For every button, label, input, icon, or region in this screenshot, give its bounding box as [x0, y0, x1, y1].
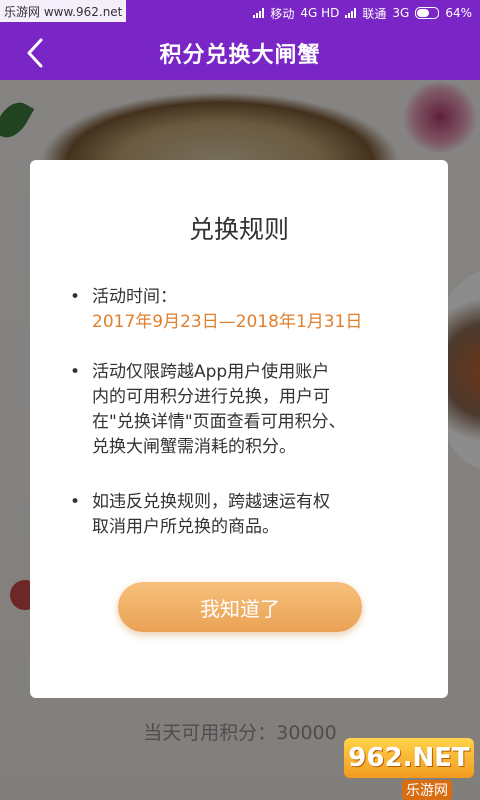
network-1: 4G HD	[300, 6, 340, 20]
bullet-icon: •	[70, 492, 81, 512]
carrier-2: 联通	[362, 6, 387, 21]
logo-subtext: 乐游网	[402, 780, 452, 800]
rule-text: 如违反兑换规则，跨越速运有权 取消用户所兑换的商品。	[92, 490, 410, 540]
bullet-icon: •	[70, 362, 81, 382]
activity-period: 2017年9月23日—2018年1月31日	[92, 312, 363, 332]
back-button[interactable]	[18, 36, 52, 70]
nav-bar: 积分兑换大闸蟹	[0, 26, 480, 80]
status-right: 移动 4G HD 联通 3G 64%	[253, 5, 472, 22]
rule-line: 内的可用积分进行兑换，用户可	[92, 387, 330, 407]
rule-line: 兑换大闸蟹需消耗的积分。	[92, 437, 296, 457]
chevron-left-icon	[27, 38, 43, 68]
battery-icon	[415, 7, 440, 19]
rule-line: 如违反兑换规则，跨越速运有权	[92, 492, 330, 512]
page-title: 积分兑换大闸蟹	[159, 43, 321, 68]
signal-icon-2	[345, 8, 357, 18]
signal-icon	[253, 8, 265, 18]
rules-dialog: 兑换规则 • 活动时间： 2017年9月23日—2018年1月31日 • 活动仅…	[30, 160, 448, 698]
rule-text: 活动时间： 2017年9月23日—2018年1月31日	[92, 285, 410, 335]
dialog-title: 兑换规则	[188, 215, 289, 244]
carrier-1: 移动	[270, 6, 295, 21]
battery-fill	[417, 9, 430, 17]
rule-item-usage: • 活动仅限跨越App用户使用账户 内的可用积分进行兑换，用户可 在"兑换详情"…	[70, 360, 410, 460]
network-2: 3G	[392, 6, 410, 20]
rule-line: 取消用户所兑换的商品。	[92, 517, 279, 537]
rule-item-time: • 活动时间： 2017年9月23日—2018年1月31日	[70, 285, 410, 335]
acknowledge-button[interactable]: 我知道了	[118, 582, 362, 632]
bullet-icon: •	[70, 287, 81, 307]
rule-line: 活动仅限跨越App用户使用账户	[92, 362, 330, 382]
rule-item-violation: • 如违反兑换规则，跨越速运有权 取消用户所兑换的商品。	[70, 490, 410, 540]
logo-watermark: 962.NET 乐游网	[344, 738, 478, 800]
logo-text: 962.NET	[344, 738, 474, 778]
rule-text: 活动仅限跨越App用户使用账户 内的可用积分进行兑换，用户可 在"兑换详情"页面…	[92, 360, 410, 460]
rule-line: 在"兑换详情"页面查看可用积分、	[92, 412, 346, 432]
battery-percent: 64%	[445, 6, 472, 20]
site-watermark: 乐游网 www.962.net	[0, 0, 127, 22]
rule-label: 活动时间：	[92, 287, 177, 307]
